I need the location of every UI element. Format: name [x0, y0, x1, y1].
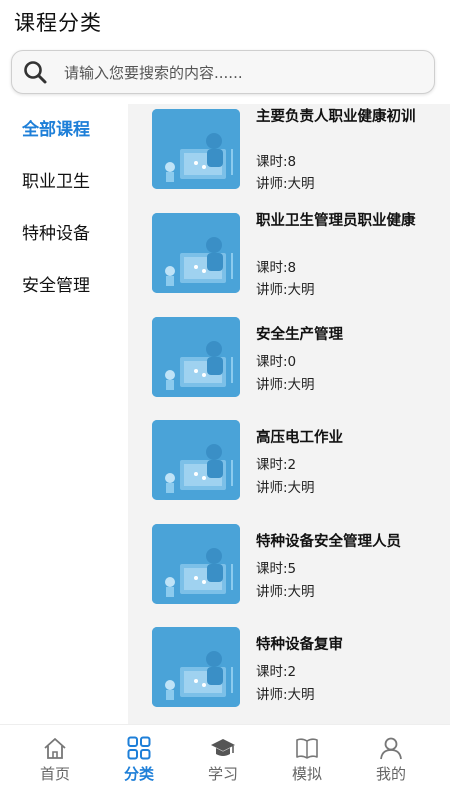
course-title: 特种设备安全管理人员: [256, 534, 401, 550]
course-item[interactable]: 高压电工作业 课时:2 讲师:大明: [128, 415, 450, 511]
course-teacher: 讲师:大明: [256, 282, 315, 298]
course-hours: 课时:0: [256, 354, 297, 370]
course-item[interactable]: 职业卫生管理员职业健康 课时:8 讲师:大明: [128, 208, 450, 304]
sidebar-item-safety-management[interactable]: 安全管理: [0, 260, 128, 312]
course-title: 特种设备复审: [256, 637, 343, 653]
course-thumbnail: [152, 213, 240, 293]
search-bar[interactable]: [11, 50, 435, 94]
course-teacher: 讲师:大明: [256, 377, 315, 393]
course-hours: 课时:2: [256, 664, 297, 680]
course-hours: 课时:5: [256, 561, 297, 577]
course-teacher: 讲师:大明: [256, 584, 315, 600]
course-hours: 课时:2: [256, 457, 297, 473]
book-icon: [296, 738, 318, 759]
course-list: 主要负责人职业健康初训 课时:8 讲师:大明 职业卫生管理员职业健康 课时:8 …: [128, 104, 450, 724]
course-thumbnail: [152, 317, 240, 397]
tab-mine[interactable]: 我的: [346, 725, 436, 801]
course-teacher: 讲师:大明: [256, 480, 315, 496]
tab-label: 模拟: [291, 765, 322, 783]
sidebar-item-special-equipment[interactable]: 特种设备: [0, 208, 128, 260]
page-title: 课程分类: [14, 11, 102, 35]
course-item[interactable]: 安全生产管理 课时:0 讲师:大明: [128, 312, 450, 408]
tab-home[interactable]: 首页: [10, 725, 100, 801]
grid-icon: [127, 736, 151, 760]
user-icon: [380, 737, 402, 760]
course-thumbnail: [152, 627, 240, 707]
course-teacher: 讲师:大明: [256, 687, 315, 703]
tab-simulation[interactable]: 模拟: [262, 725, 352, 801]
course-hours: 课时:8: [256, 154, 297, 170]
course-title: 高压电工作业: [256, 430, 343, 446]
tab-label: 我的: [375, 765, 406, 783]
tab-label: 分类: [123, 765, 154, 783]
title-bar: 课程分类: [0, 0, 450, 44]
course-teacher: 讲师:大明: [256, 176, 315, 192]
bottom-tab-bar: 首页 分类 学习 模拟 我的: [0, 724, 450, 801]
course-title: 职业卫生管理员职业健康: [256, 213, 416, 229]
course-thumbnail: [152, 524, 240, 604]
course-hours: 课时:8: [256, 260, 297, 276]
home-icon: [44, 738, 66, 759]
course-title: 主要负责人职业健康初训: [256, 109, 416, 125]
course-item[interactable]: 特种设备安全管理人员 课时:5 讲师:大明: [128, 519, 450, 615]
course-item[interactable]: 主要负责人职业健康初训 课时:8 讲师:大明: [128, 104, 450, 200]
graduation-cap-icon: [211, 739, 235, 756]
course-item[interactable]: 特种设备复审 课时:2 讲师:大明: [128, 622, 450, 718]
tab-study[interactable]: 学习: [178, 725, 268, 801]
tab-label: 首页: [39, 765, 70, 783]
course-thumbnail: [152, 109, 240, 189]
sidebar-item-occupational-health[interactable]: 职业卫生: [0, 156, 128, 208]
tab-category[interactable]: 分类: [94, 725, 184, 801]
tab-label: 学习: [207, 765, 238, 783]
search-input[interactable]: [62, 60, 426, 86]
course-thumbnail: [152, 420, 240, 500]
search-icon: [24, 61, 47, 84]
sidebar-item-all-courses[interactable]: 全部课程: [0, 104, 128, 156]
course-title: 安全生产管理: [256, 327, 343, 343]
category-sidebar: 全部课程 职业卫生 特种设备 安全管理: [0, 104, 128, 724]
